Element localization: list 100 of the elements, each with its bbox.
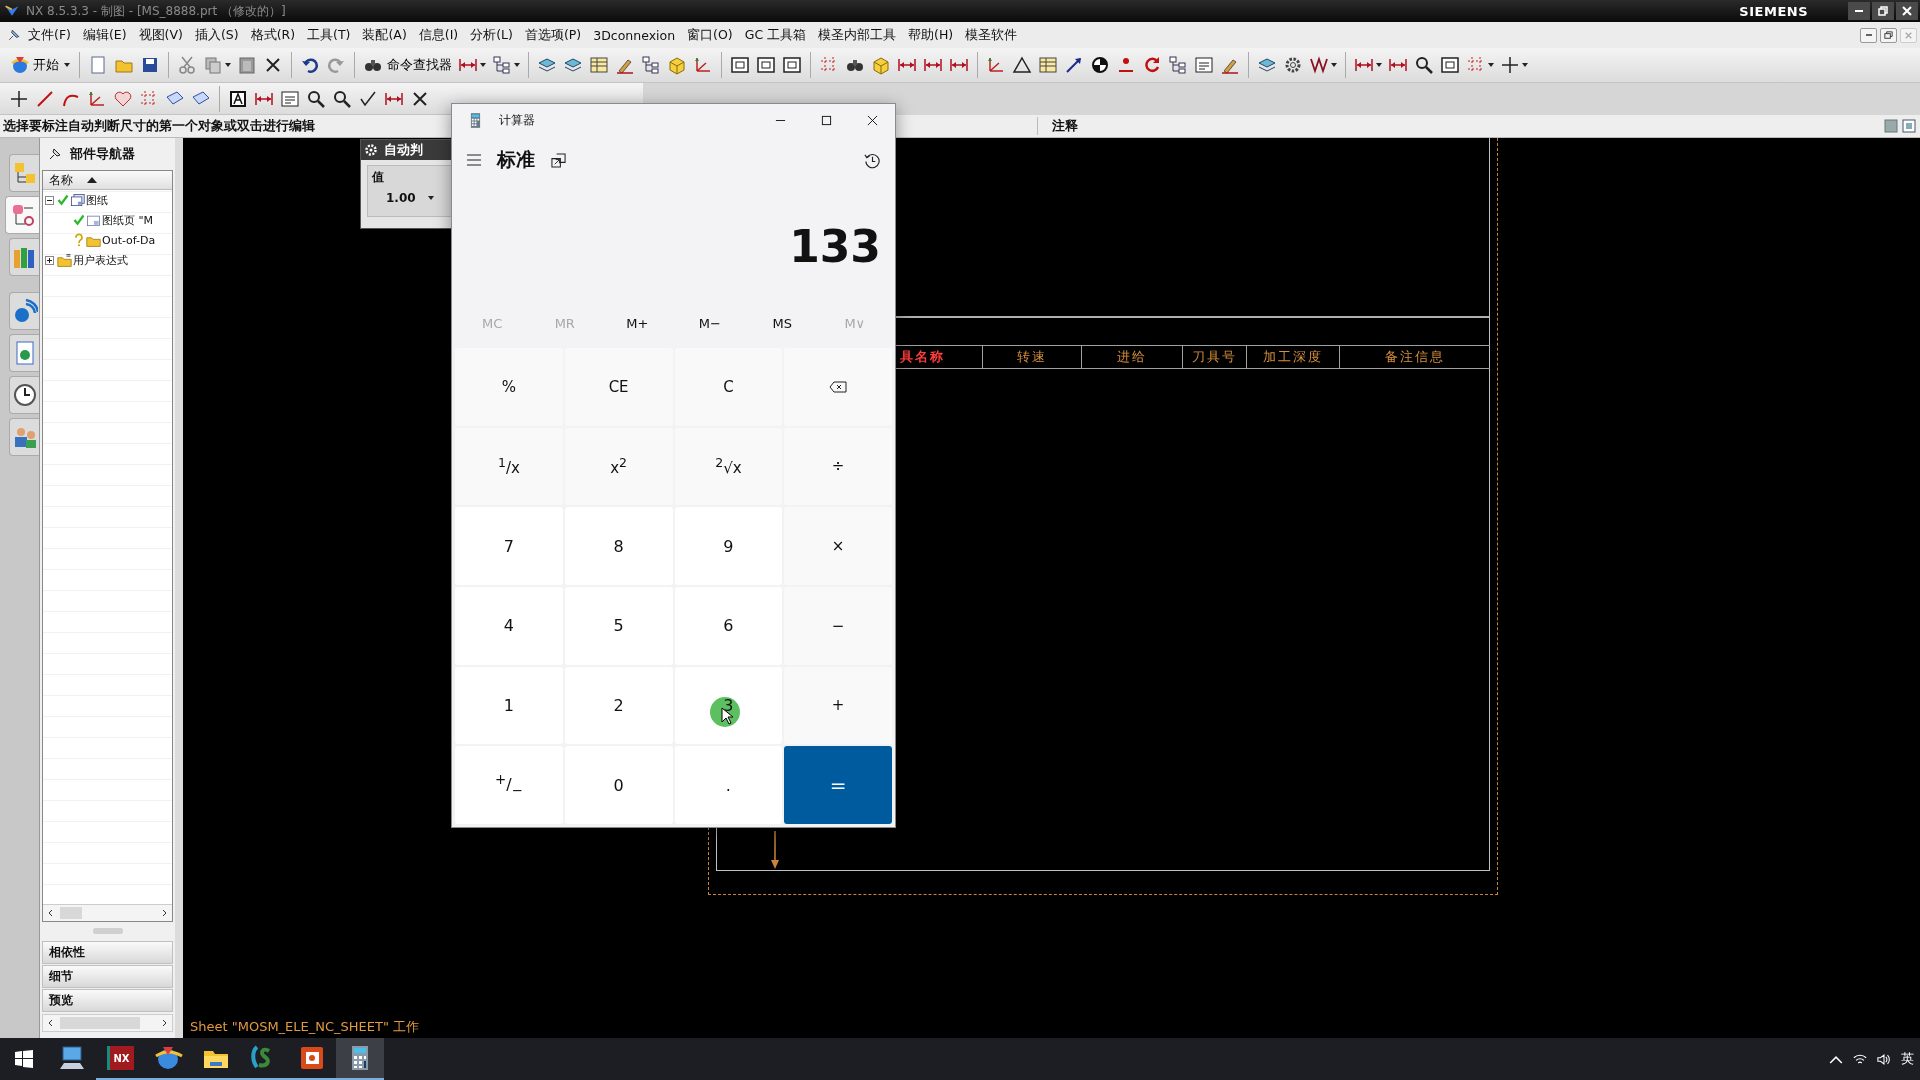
tree-icon xyxy=(492,55,512,75)
menu-item[interactable]: 工具(T) xyxy=(301,26,357,44)
calculator-key[interactable]: . xyxy=(674,746,783,824)
menu-item[interactable]: 信息(I) xyxy=(412,26,465,44)
scroll-left-icon[interactable] xyxy=(47,1019,53,1027)
document-minimize-button[interactable] xyxy=(1860,27,1877,43)
calculator-key[interactable]: 2 xyxy=(564,666,673,745)
calculator-key[interactable]: $^{2}$√x xyxy=(674,427,783,506)
expander-icon[interactable] xyxy=(45,255,54,265)
equals-key[interactable]: = xyxy=(784,746,892,824)
column-header[interactable]: 名称 xyxy=(43,171,172,190)
menu-icon[interactable] xyxy=(466,154,482,166)
collapsed-section-header[interactable]: 相依性 xyxy=(42,941,173,964)
scroll-right-icon[interactable] xyxy=(162,909,168,917)
calculator-key[interactable]: C xyxy=(674,348,783,426)
page-icon xyxy=(88,55,108,75)
calculator-key[interactable]: 1 xyxy=(455,666,563,745)
memory-button[interactable]: M− xyxy=(673,308,746,338)
axes-icon xyxy=(986,55,1006,75)
calculator-key[interactable]: 7 xyxy=(455,507,563,585)
menu-item[interactable]: 视图(V) xyxy=(132,26,189,44)
wifi-icon[interactable] xyxy=(1853,1052,1867,1066)
value-label: 值 xyxy=(372,169,385,186)
document-restore-button[interactable] xyxy=(1880,27,1897,43)
calculator-key[interactable]: % xyxy=(455,348,563,426)
calculator-key[interactable]: x$^{2}$ xyxy=(564,427,673,506)
taskbar-nx-app-button[interactable]: NX xyxy=(96,1038,144,1080)
caret-icon xyxy=(1488,63,1494,67)
menu-item[interactable]: 模圣软件 xyxy=(959,26,1024,44)
tree-icon xyxy=(641,55,661,75)
calculator-key[interactable]: − xyxy=(784,587,892,665)
menu-item[interactable]: 格式(R) xyxy=(244,26,302,44)
memory-button[interactable]: MS xyxy=(746,308,819,338)
collapsed-section-header[interactable]: 细节 xyxy=(42,965,173,988)
magnifier-icon xyxy=(306,88,326,109)
calculator-key[interactable]: + xyxy=(784,666,892,745)
pin-icon[interactable] xyxy=(48,147,62,161)
column-header-label: 名称 xyxy=(49,171,73,189)
start-button[interactable]: 开始 xyxy=(6,51,74,79)
calculator-key[interactable]: $^{+}$/$_{−}$ xyxy=(455,746,563,824)
calculator-key[interactable]: 6 xyxy=(674,587,783,665)
scroll-right-icon[interactable] xyxy=(162,1019,168,1027)
menu-item[interactable]: 模圣内部工具 xyxy=(812,26,903,44)
command-finder-button[interactable]: 命令查找器 xyxy=(360,51,455,79)
gear-icon[interactable] xyxy=(364,143,378,157)
scroll-left-icon[interactable] xyxy=(47,909,53,917)
resource-bar-tab[interactable] xyxy=(9,376,39,414)
restore-button[interactable] xyxy=(1872,2,1894,20)
calculator-key[interactable]: 0 xyxy=(564,746,673,824)
calculator-key[interactable]: ÷ xyxy=(784,427,892,506)
menu-item[interactable]: 分析(L) xyxy=(464,26,519,44)
calculator-key[interactable]: $^{1}$/x xyxy=(455,427,563,506)
zigzag-icon xyxy=(1309,55,1329,75)
menu-item[interactable]: 帮助(H) xyxy=(902,26,960,44)
fullscreen-icon[interactable] xyxy=(1902,119,1916,133)
calculator-key[interactable]: 3 xyxy=(674,666,783,745)
menu-item[interactable]: 文件(F) xyxy=(22,26,77,44)
menu-item[interactable]: 装配(A) xyxy=(356,26,413,44)
scrollbar-thumb[interactable] xyxy=(60,907,82,919)
scrollbar-thumb[interactable] xyxy=(60,1017,140,1029)
taskbar-calculator-button[interactable] xyxy=(336,1038,384,1080)
note-icon xyxy=(1194,55,1214,75)
calculator-key[interactable]: 4 xyxy=(455,587,563,665)
menu-item[interactable]: 窗口(O) xyxy=(681,26,739,44)
window-title: NX 8.5.3.3 - 制图 - [MS_8888.prt （修改的）] xyxy=(26,2,287,20)
minimize-button[interactable] xyxy=(1848,2,1870,20)
calculator-key[interactable]: × xyxy=(784,507,892,585)
menu-item[interactable]: 首选项(P) xyxy=(518,26,588,44)
caret-icon xyxy=(1376,63,1382,67)
expander-icon[interactable] xyxy=(45,195,54,205)
history-icon[interactable] xyxy=(864,151,881,169)
menu-item[interactable]: 插入(S) xyxy=(188,26,245,44)
keep-on-top-icon[interactable] xyxy=(551,152,566,168)
input-method-indicator[interactable]: 英 xyxy=(1901,1050,1914,1068)
close-icon xyxy=(1901,5,1913,17)
menu-item[interactable]: 编辑(E) xyxy=(76,26,133,44)
calculator-key[interactable]: CE xyxy=(564,348,673,426)
value-dropdown[interactable]: 1.00 xyxy=(386,191,434,205)
point-icon xyxy=(1116,55,1136,75)
close-button[interactable] xyxy=(1896,2,1918,20)
memory-button[interactable]: M+ xyxy=(601,308,674,338)
volume-icon[interactable] xyxy=(1877,1052,1891,1066)
calculator-key[interactable]: 5 xyxy=(564,587,673,665)
tree-item[interactable]: Out-of-Da xyxy=(102,233,156,247)
menu-item[interactable]: GC 工具箱 xyxy=(738,26,813,44)
tree-item[interactable]: 用户表达式 xyxy=(73,252,128,268)
calculator-key[interactable]: 8 xyxy=(564,507,673,585)
tree-item[interactable]: 图纸页 "M xyxy=(102,212,154,228)
collapsed-section-header[interactable]: 预览 xyxy=(42,989,173,1012)
plus-icon xyxy=(1500,55,1520,75)
tree-item[interactable]: 图纸 xyxy=(86,192,108,208)
calculator-key[interactable]: 9 xyxy=(674,507,783,585)
sheet-status-text: Sheet "MOSM_ELE_NC_SHEET" 工作 xyxy=(190,1018,420,1036)
caret-icon xyxy=(514,63,520,67)
frame-icon xyxy=(782,55,802,75)
caret-icon xyxy=(480,63,486,67)
menu-item[interactable]: 3Dconnexion xyxy=(587,27,682,43)
splitter-handle[interactable] xyxy=(92,928,123,934)
horizontal-scrollbar[interactable] xyxy=(43,904,172,921)
horizontal-scrollbar[interactable] xyxy=(42,1014,173,1032)
